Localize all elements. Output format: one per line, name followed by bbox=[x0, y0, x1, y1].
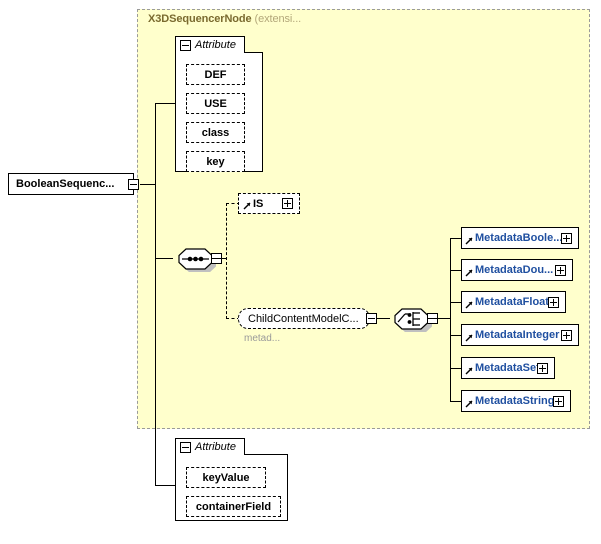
connector-spine-to-sequence bbox=[155, 258, 173, 259]
sequence-compositor[interactable] bbox=[173, 246, 225, 272]
childcontentmodel-sublabel: metad... bbox=[244, 333, 280, 344]
connector-choice-out bbox=[427, 318, 450, 319]
connector-spine-vertical bbox=[155, 103, 156, 485]
metadata-node-label: MetadataInteger bbox=[462, 329, 559, 341]
childcontentmodel-collapse-icon[interactable] bbox=[366, 313, 377, 324]
attribute-containerfield[interactable]: containerField bbox=[186, 496, 281, 517]
metadata-expand-icon[interactable] bbox=[555, 265, 566, 276]
collapse-icon[interactable] bbox=[180, 442, 191, 453]
metadata-node-box[interactable]: MetadataString bbox=[461, 390, 571, 412]
connector-sequence-out bbox=[211, 258, 226, 259]
reference-arrow-icon bbox=[465, 269, 473, 277]
metadata-node-label: MetadataFloat bbox=[462, 296, 549, 308]
connector-spine-to-own-attributes bbox=[155, 485, 175, 486]
connector-to-metadata-0 bbox=[450, 238, 461, 239]
connector-to-metadata-2 bbox=[450, 302, 461, 303]
inherited-attribute-group: Attribute DEF USE class key bbox=[175, 36, 263, 172]
metadata-expand-icon[interactable] bbox=[561, 330, 572, 341]
reference-arrow-icon bbox=[243, 202, 251, 210]
connector-branch-vertical bbox=[226, 203, 227, 319]
metadata-expand-icon[interactable] bbox=[548, 297, 559, 308]
own-attribute-group-title: Attribute bbox=[195, 441, 236, 453]
attribute-keyvalue[interactable]: keyValue bbox=[186, 467, 266, 488]
connector-to-metadata-4 bbox=[450, 368, 461, 369]
attribute-key[interactable]: key bbox=[186, 151, 245, 172]
attribute-label: DEF bbox=[205, 69, 227, 81]
extension-panel-title: X3DSequencerNode (extensi... bbox=[148, 13, 301, 25]
attribute-label: USE bbox=[204, 98, 227, 110]
derivation-label: (extensi... bbox=[255, 13, 302, 25]
connector-to-metadata-5 bbox=[450, 401, 461, 402]
inherited-attribute-group-header[interactable]: Attribute bbox=[175, 36, 245, 53]
connector-to-metadata-1 bbox=[450, 270, 461, 271]
metadata-node-box[interactable]: MetadataBoole... bbox=[461, 227, 579, 249]
connector-root-to-spine bbox=[140, 184, 156, 185]
reference-arrow-icon bbox=[465, 301, 473, 309]
root-collapse-icon[interactable] bbox=[128, 179, 139, 190]
is-element-box[interactable]: IS bbox=[238, 193, 300, 214]
attribute-def[interactable]: DEF bbox=[186, 64, 245, 85]
metadata-expand-icon[interactable] bbox=[561, 233, 572, 244]
metadata-expand-icon[interactable] bbox=[553, 396, 564, 407]
reference-arrow-icon bbox=[465, 334, 473, 342]
own-attribute-group: Attribute keyValue containerField bbox=[175, 438, 288, 521]
own-attribute-group-header[interactable]: Attribute bbox=[175, 438, 245, 455]
root-element-label: BooleanSequenc... bbox=[9, 178, 114, 190]
metadata-node-box[interactable]: MetadataSet bbox=[461, 357, 555, 379]
reference-arrow-icon bbox=[465, 367, 473, 375]
root-element-box[interactable]: BooleanSequenc... bbox=[8, 173, 134, 195]
metadata-node-box[interactable]: MetadataFloat bbox=[461, 291, 566, 313]
metadata-expand-icon[interactable] bbox=[537, 363, 548, 374]
inherited-attribute-group-title: Attribute bbox=[195, 39, 236, 51]
base-type-name: X3DSequencerNode bbox=[148, 13, 252, 25]
attribute-class[interactable]: class bbox=[186, 122, 245, 143]
attribute-label: containerField bbox=[196, 501, 271, 513]
metadata-node-label: MetadataBoole... bbox=[462, 232, 562, 244]
attribute-label: keyValue bbox=[202, 472, 249, 484]
connector-metadata-vertical bbox=[450, 238, 451, 402]
metadata-node-label: MetadataString bbox=[462, 395, 554, 407]
metadata-node-label: MetadataSet bbox=[462, 362, 540, 374]
choice-compositor[interactable] bbox=[389, 306, 441, 332]
connector-to-metadata-3 bbox=[450, 335, 461, 336]
metadata-node-label: MetadataDou... bbox=[462, 264, 553, 276]
reference-arrow-icon bbox=[465, 237, 473, 245]
collapse-icon[interactable] bbox=[180, 40, 191, 51]
attribute-label: class bbox=[202, 127, 230, 139]
xsd-diagram-canvas: X3DSequencerNode (extensi... Attribute D… bbox=[0, 0, 601, 544]
metadata-node-box[interactable]: MetadataInteger bbox=[461, 324, 579, 346]
metadata-node-box[interactable]: MetadataDou... bbox=[461, 259, 573, 281]
connector-spine-to-inherited-attributes bbox=[155, 103, 175, 104]
reference-arrow-icon bbox=[465, 400, 473, 408]
attribute-use[interactable]: USE bbox=[186, 93, 245, 114]
childcontentmodel-ref-box[interactable]: ChildContentModelC... bbox=[238, 308, 370, 329]
attribute-label: key bbox=[206, 156, 224, 168]
is-expand-icon[interactable] bbox=[282, 198, 293, 209]
childcontentmodel-label: ChildContentModelC... bbox=[239, 313, 359, 325]
